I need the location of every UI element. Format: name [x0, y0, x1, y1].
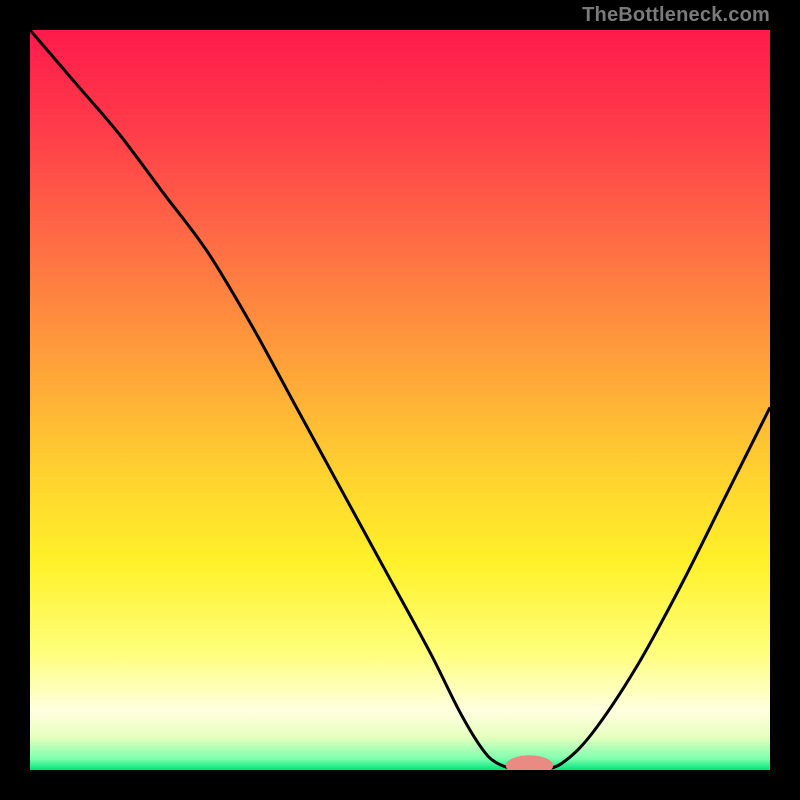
plot-area	[30, 30, 770, 770]
minimum-marker	[506, 755, 553, 770]
bottleneck-curve	[30, 30, 770, 770]
watermark-text: TheBottleneck.com	[582, 4, 770, 27]
chart-frame: TheBottleneck.com	[0, 0, 800, 800]
curve-path	[30, 30, 770, 770]
